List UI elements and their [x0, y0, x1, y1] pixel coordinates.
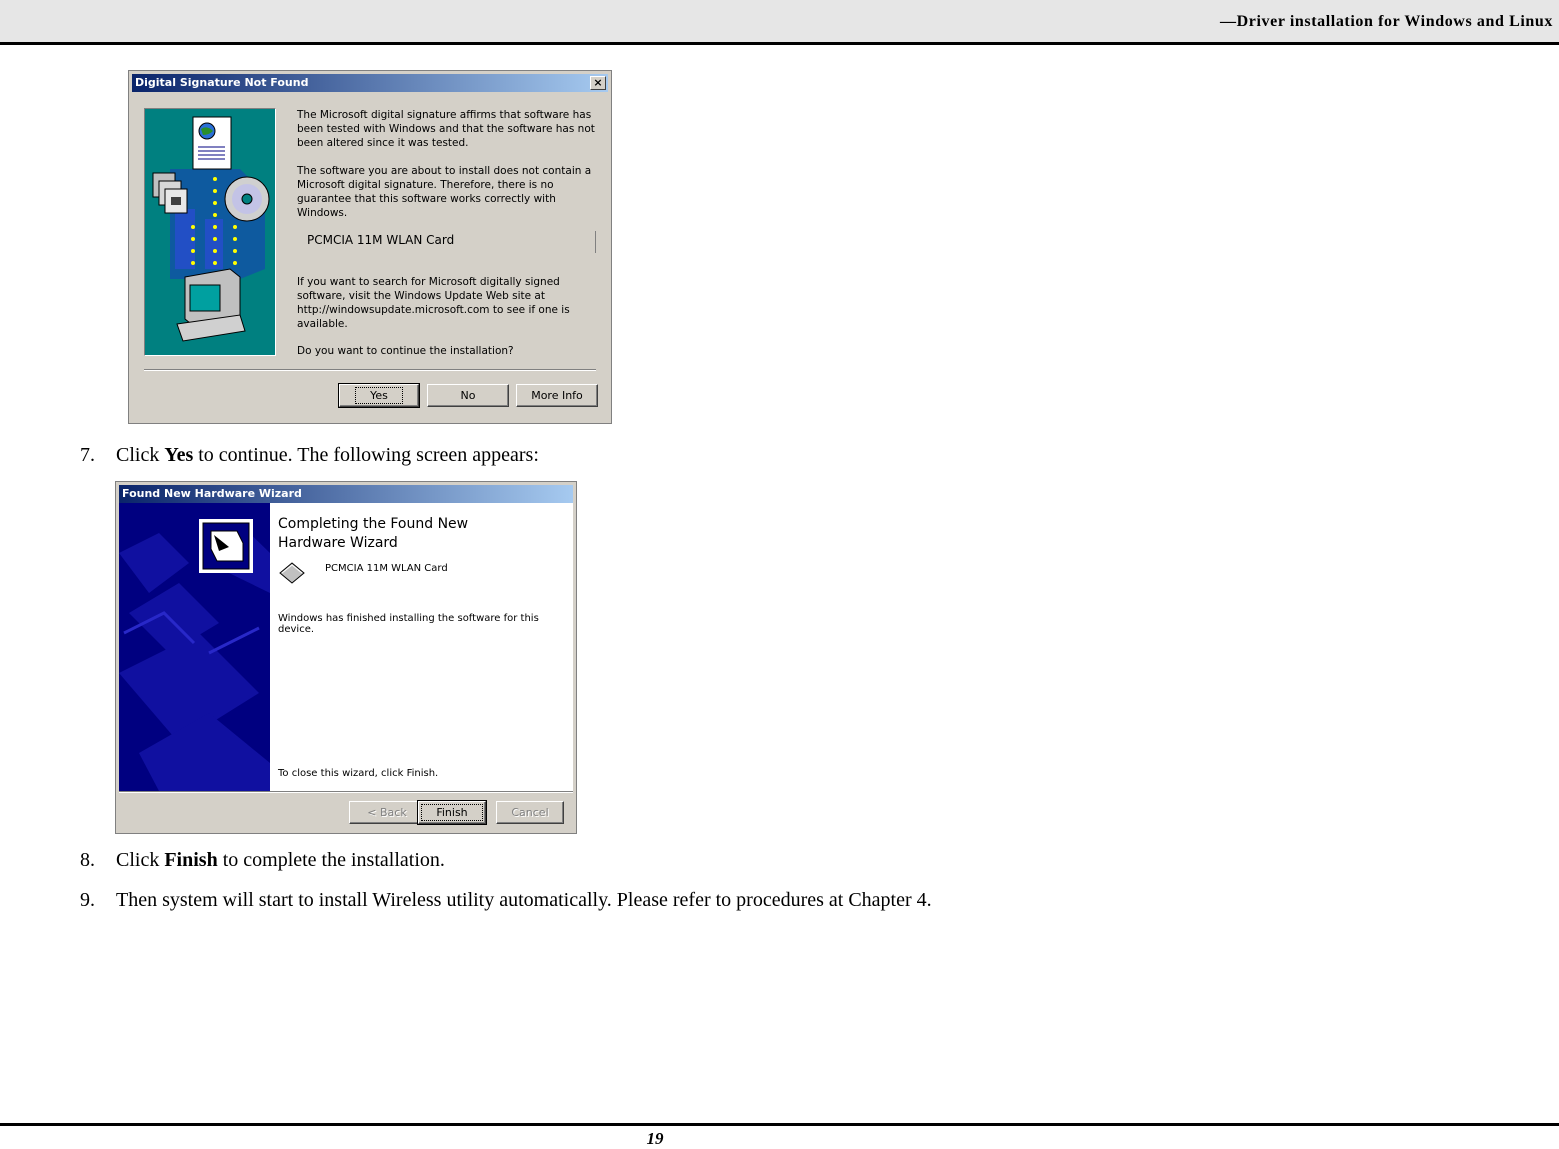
step-8: 8. Click Finish to complete the installat… — [80, 849, 445, 872]
finished-message: Windows has finished installing the soft… — [278, 613, 539, 635]
footer-rule — [0, 1123, 1559, 1126]
wizard-content: Completing the Found New Hardware Wizard… — [270, 503, 573, 791]
close-button[interactable]: × — [590, 76, 606, 90]
step-emphasis: Yes — [164, 444, 194, 466]
close-icon: × — [593, 76, 603, 89]
dialog-title: Found New Hardware Wizard — [122, 487, 302, 500]
no-signature-warning: The software you are about to install do… — [297, 165, 592, 219]
more-info-button-label: More Info — [531, 389, 583, 402]
digital-signature-dialog: Digital Signature Not Found × The Micros… — [128, 70, 612, 424]
no-button-label: No — [460, 389, 476, 402]
finish-button-label: Finish — [421, 804, 483, 821]
signature-explanation: The Microsoft digital signature affirms … — [297, 109, 595, 149]
yes-button[interactable]: Yes — [338, 383, 420, 408]
step-emphasis: Finish — [164, 849, 218, 871]
device-icon — [279, 562, 305, 584]
step-9: 9. Then system will start to install Wire… — [80, 889, 932, 912]
step-number: 9. — [80, 889, 95, 911]
back-button[interactable]: < Back — [349, 801, 425, 824]
more-info-button[interactable]: More Info — [516, 384, 598, 407]
back-button-label: < Back — [367, 806, 407, 819]
no-button[interactable]: No — [427, 384, 509, 407]
device-name: PCMCIA 11M WLAN Card — [325, 563, 448, 574]
continue-question: Do you want to continue the installation… — [297, 345, 514, 357]
cancel-button-label: Cancel — [511, 806, 549, 819]
step-text: Click — [116, 849, 165, 871]
dialog-title-bar: Found New Hardware Wizard — [119, 485, 573, 503]
yes-button-label: Yes — [355, 387, 403, 404]
finish-button[interactable]: Finish — [417, 800, 487, 825]
step-text: to complete the installation. — [217, 849, 445, 871]
step-text: Click — [116, 444, 165, 466]
step-7: 7. Click Yes to continue. The following s… — [80, 444, 539, 467]
device-name: PCMCIA 11M WLAN Card — [307, 233, 455, 247]
separator — [119, 791, 573, 793]
dialog-title: Digital Signature Not Found — [135, 76, 309, 89]
step-number: 8. — [80, 849, 95, 871]
close-instruction: To close this wizard, click Finish. — [278, 768, 439, 779]
header-title: —Driver installation for Windows and Lin… — [1220, 13, 1553, 30]
windows-update-info: If you want to search for Microsoft digi… — [297, 276, 570, 330]
wizard-graphic — [119, 519, 270, 791]
dialog-title-bar: Digital Signature Not Found — [132, 74, 608, 92]
installation-illustration — [144, 108, 276, 356]
device-name-box: PCMCIA 11M WLAN Card — [297, 231, 596, 253]
computer-install-icon — [152, 116, 270, 342]
page-number: 19 — [646, 1129, 664, 1148]
step-text: Then system will start to install Wirele… — [116, 889, 932, 911]
page-header: —Driver installation for Windows and Lin… — [0, 0, 1559, 45]
step-text: to continue. The following screen appear… — [193, 444, 539, 466]
hardware-wizard-dialog: Found New Hardware Wizard Completing the… — [115, 481, 577, 834]
wizard-heading: Completing the Found New Hardware Wizard — [278, 516, 469, 551]
wizard-side-banner — [119, 503, 270, 791]
step-number: 7. — [80, 444, 95, 466]
separator — [144, 369, 596, 371]
cancel-button[interactable]: Cancel — [496, 801, 564, 824]
